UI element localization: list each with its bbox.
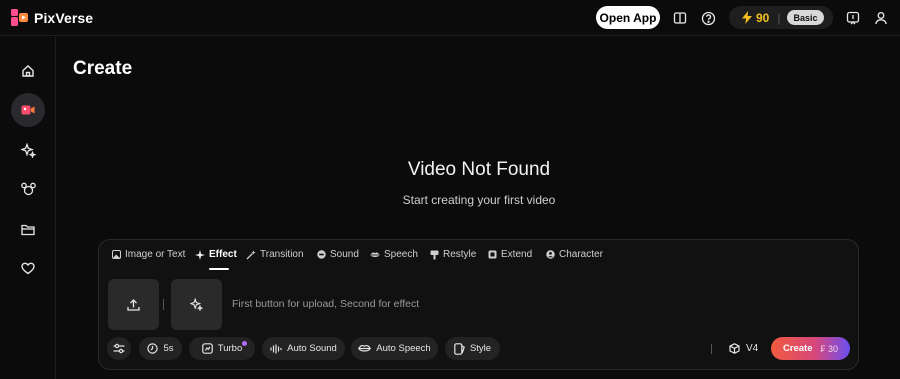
create-button[interactable]: Create ₣ 30: [771, 337, 850, 360]
model-version: V4: [746, 343, 759, 354]
sidebar-item-home[interactable]: [11, 54, 45, 88]
pixverse-logo[interactable]: PixVerse: [11, 9, 93, 26]
tab-label: Speech: [384, 249, 418, 260]
home-icon: [22, 65, 34, 77]
pixverse-logo-icon: [11, 9, 28, 26]
model-selector[interactable]: V4: [729, 343, 758, 354]
settings-button[interactable]: [107, 337, 131, 360]
style-icon: [454, 342, 465, 355]
open-app-button[interactable]: Open App: [596, 6, 660, 29]
upload-separator: [163, 299, 164, 310]
lightning-icon: [742, 11, 752, 24]
book-icon[interactable]: [670, 8, 690, 28]
tab-effect[interactable]: Effect: [195, 249, 237, 260]
tab-sound[interactable]: Sound: [316, 249, 359, 260]
clock-icon: [147, 343, 159, 354]
create-panel: Image or Text Effect Transition Sound Sp…: [98, 239, 859, 370]
tab-label: Effect: [209, 249, 237, 260]
auto-speech-label: Auto Speech: [376, 343, 431, 354]
sound-icon: [316, 250, 326, 260]
character-icon: [545, 250, 555, 260]
extend-icon: [487, 250, 497, 260]
mode-tabs: Image or Text Effect Transition Sound Sp…: [99, 240, 858, 271]
sidebar: [0, 37, 56, 379]
tab-extend[interactable]: Extend: [487, 249, 532, 260]
sidebar-item-folder[interactable]: [11, 212, 45, 246]
video-camera-icon: [21, 105, 35, 115]
credits-separator: |: [777, 10, 781, 25]
tab-label: Image or Text: [125, 249, 186, 260]
app-name: PixVerse: [34, 9, 94, 26]
sparkle-icon: [190, 298, 203, 311]
turbo-premium-dot: [242, 341, 247, 346]
sliders-icon: [113, 343, 125, 354]
lips-icon: [358, 344, 372, 353]
auto-speech-toggle[interactable]: Auto Speech: [351, 337, 438, 360]
wand-icon: [246, 250, 256, 260]
waveform-icon: [270, 344, 282, 354]
sidebar-item-favorites[interactable]: [11, 251, 45, 285]
auto-sound-toggle[interactable]: Auto Sound: [262, 337, 345, 360]
user-icon[interactable]: [871, 8, 891, 28]
tab-character[interactable]: Character: [545, 249, 603, 260]
tab-restyle[interactable]: Restyle: [429, 249, 476, 260]
folder-icon: [21, 224, 35, 235]
create-cost: ₣ 30: [821, 344, 839, 354]
sparkle-icon: [20, 142, 36, 158]
cost-prefix: ₣: [820, 343, 826, 354]
page-title: Create: [73, 58, 133, 79]
cost-value: 30: [828, 343, 839, 354]
image-icon: [111, 250, 121, 260]
upload-hint: First button for upload, Second for effe…: [232, 298, 420, 310]
plan-badge: Basic: [787, 10, 824, 25]
tab-label: Extend: [501, 249, 533, 260]
effect-select-button[interactable]: [171, 279, 222, 330]
duration-value: 5s: [163, 343, 174, 354]
top-header: PixVerse Open App 90 | Basic: [0, 0, 900, 36]
credits-pill[interactable]: 90 | Basic: [729, 6, 833, 29]
brush-icon: [429, 250, 439, 260]
turbo-icon: [201, 343, 213, 354]
tab-speech[interactable]: Speech: [370, 249, 418, 260]
cube-icon: [729, 343, 740, 354]
auto-sound-label: Auto Sound: [287, 343, 337, 354]
sidebar-item-create[interactable]: [11, 93, 45, 127]
active-tab-indicator: [209, 268, 229, 270]
sparkle-icon: [195, 249, 205, 260]
create-label: Create: [782, 343, 813, 354]
duration-selector[interactable]: 5s: [139, 337, 182, 360]
upload-icon: [127, 298, 140, 311]
help-icon[interactable]: [698, 8, 718, 28]
info-badge-icon[interactable]: [843, 8, 863, 28]
tab-label: Transition: [260, 249, 304, 260]
tab-label: Sound: [330, 249, 359, 260]
tab-label: Character: [559, 249, 603, 260]
tab-label: Restyle: [443, 249, 477, 260]
tab-transition[interactable]: Transition: [246, 249, 304, 260]
heart-icon: [21, 262, 35, 274]
tab-image-or-text[interactable]: Image or Text: [111, 249, 185, 260]
style-selector[interactable]: Style: [445, 337, 500, 360]
turbo-label: Turbo: [217, 343, 243, 354]
upload-button[interactable]: [108, 279, 159, 330]
style-label: Style: [469, 343, 492, 354]
options-separator: [711, 344, 712, 354]
empty-state-title: Video Not Found: [407, 159, 551, 180]
lips-icon: [370, 250, 380, 260]
empty-state-subtitle: Start creating your first video: [402, 193, 556, 207]
credits-count: 90: [756, 10, 770, 25]
